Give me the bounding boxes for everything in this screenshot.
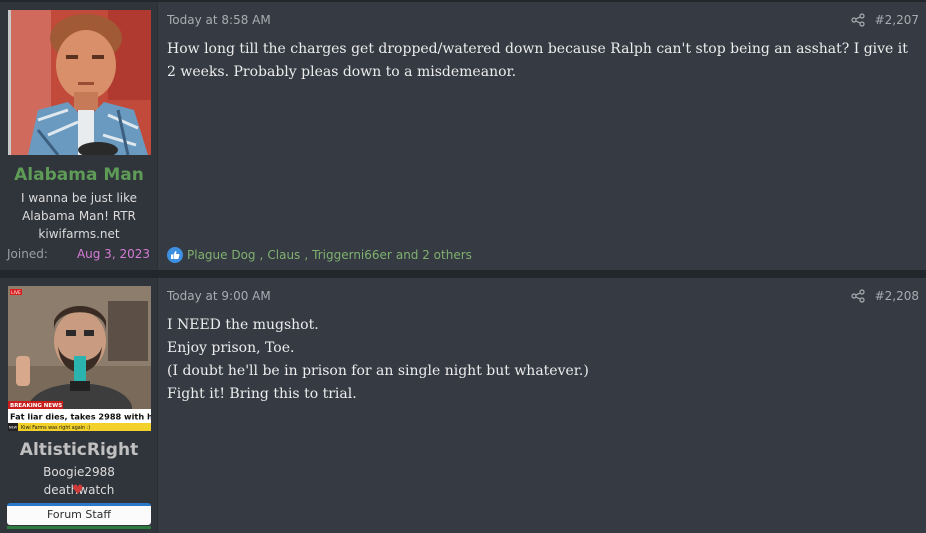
reaction-user[interactable]: Plague Dog — [187, 248, 256, 262]
news-ticker: Kiwi Farms was right again :) — [21, 425, 90, 431]
message-cell: Today at 8:58 AM #2,207 How long till th… — [159, 2, 926, 270]
news-headline: Fat liar dies, takes 2988 with him. — [10, 412, 151, 422]
message-body: I NEED the mugshot. Enjoy prison, Toe. (… — [167, 314, 920, 406]
message-line: Enjoy prison, Toe. — [167, 340, 295, 356]
avatar-image-action-figure — [11, 10, 151, 155]
post-number[interactable]: #2,208 — [875, 289, 919, 303]
reactions-bar: Plague Dog, Claus, Triggerni66er and 2 o… — [167, 247, 472, 263]
joined-date: Aug 3, 2023 — [76, 247, 150, 261]
message-line: Fight it! Bring this to trial. — [167, 386, 357, 402]
like-icon — [167, 247, 183, 263]
joined-label: Joined: — [7, 247, 48, 261]
live-badge: LIVE — [11, 290, 21, 296]
user-cell: Alabama Man I wanna be just like Alabama… — [0, 2, 158, 270]
breaking-news-label: BREAKING NEWS — [10, 403, 62, 409]
post-date[interactable]: Today at 9:00 AM — [167, 289, 271, 303]
user-cell: LIVE BREAKING NEWS Fat liar dies, takes … — [0, 278, 158, 533]
avatar[interactable]: LIVE BREAKING NEWS Fat liar dies, takes … — [8, 286, 151, 431]
share-icon[interactable] — [850, 289, 865, 303]
message-line: How long till the charges get dropped/wa… — [167, 41, 908, 80]
post-actions: #2,207 — [850, 13, 919, 27]
message-cell: Today at 9:00 AM #2,208 I NEED the mugsh… — [159, 278, 926, 533]
post-2207: Alabama Man I wanna be just like Alabama… — [0, 0, 926, 270]
message-body: How long till the charges get dropped/wa… — [167, 38, 920, 84]
forum-staff-banner: Forum Staff — [7, 503, 151, 525]
reaction-user[interactable]: Claus — [267, 248, 300, 262]
username[interactable]: Alabama Man — [0, 165, 158, 185]
avatar-image-news-broadcast: LIVE BREAKING NEWS Fat liar dies, takes … — [8, 286, 151, 431]
joined-row: Joined: Aug 3, 2023 — [7, 247, 150, 261]
avatar[interactable] — [8, 10, 151, 155]
username[interactable]: AltisticRight — [0, 440, 158, 460]
share-icon[interactable] — [850, 13, 865, 27]
message-line: I NEED the mugshot. — [167, 317, 319, 333]
message-line: (I doubt he'll be in prison for an singl… — [167, 363, 589, 379]
post-number[interactable]: #2,207 — [875, 13, 919, 27]
reaction-others-link[interactable]: and 2 others — [396, 248, 472, 262]
post-date[interactable]: Today at 8:58 AM — [167, 13, 271, 27]
reaction-user[interactable]: Triggerni66er — [312, 248, 392, 262]
post-2208: LIVE BREAKING NEWS Fat liar dies, takes … — [0, 276, 926, 533]
post-actions: #2,208 — [850, 289, 919, 303]
banner-accent — [7, 526, 151, 529]
user-title: I wanna be just like Alabama Man! RTR ki… — [21, 191, 137, 241]
heart-icon: ♥ — [72, 483, 84, 498]
ticker-badge: NEW — [9, 426, 18, 430]
